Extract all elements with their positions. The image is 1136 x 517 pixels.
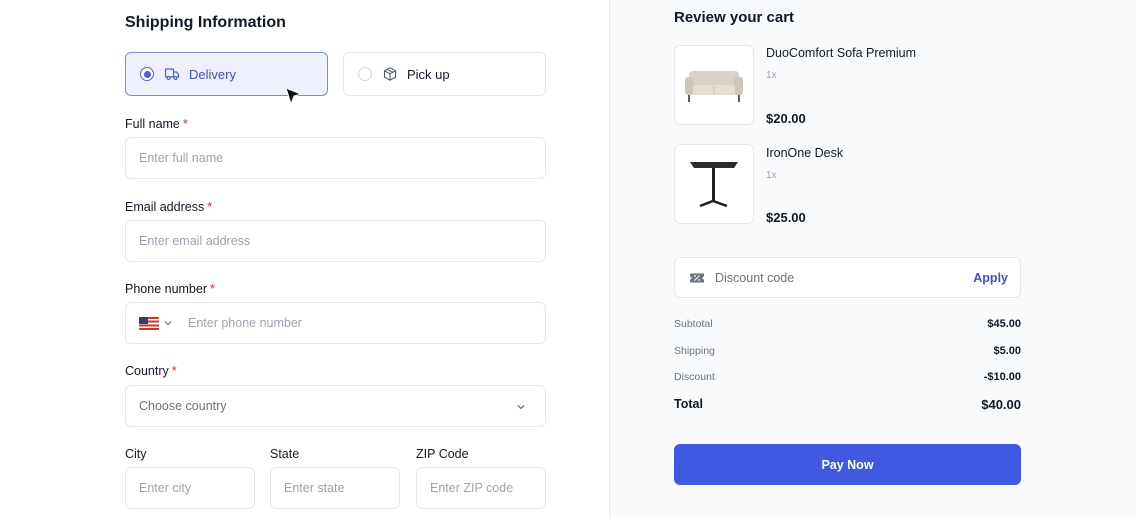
cart-item-qty: 1x [766, 170, 777, 181]
delivery-radio[interactable] [140, 67, 154, 81]
cart-item-qty: 1x [766, 70, 777, 81]
cart-item-price: $20.00 [766, 111, 806, 126]
zip-placeholder: Enter ZIP code [430, 481, 514, 495]
city-label: City [125, 447, 147, 461]
discount-placeholder: Discount code [715, 271, 795, 285]
desk-image [674, 144, 754, 224]
total-label: Total [674, 397, 703, 411]
zip-label: ZIP Code [416, 447, 469, 461]
discount-value: -$10.00 [983, 371, 1021, 383]
us-flag-icon[interactable] [139, 316, 159, 330]
discount-code-input[interactable]: Discount code Apply [674, 257, 1021, 298]
desk-illustration [690, 162, 738, 208]
state-label: State [270, 447, 300, 461]
email-placeholder: Enter email address [139, 234, 251, 248]
delivery-label: Delivery [189, 66, 236, 82]
email-input[interactable]: Enter email address [125, 220, 546, 262]
country-label: Country * [125, 364, 177, 378]
phone-label: Phone number * [125, 282, 215, 296]
subtotal-value: $45.00 [987, 318, 1021, 330]
email-label: Email address * [125, 200, 212, 214]
ticket-icon [689, 271, 705, 290]
country-select[interactable]: Choose country [125, 385, 546, 427]
chevron-down-icon[interactable] [163, 318, 173, 328]
box-icon [382, 66, 398, 82]
shipping-cost-label: Shipping [674, 345, 715, 357]
cart-title: Review your cart [674, 9, 795, 26]
total-value: $40.00 [981, 397, 1021, 412]
subtotal-label: Subtotal [674, 318, 713, 330]
phone-label-text: Phone number [125, 282, 208, 296]
pickup-label: Pick up [407, 66, 450, 82]
shipping-cost-value: $5.00 [993, 345, 1021, 357]
required-asterisk: * [210, 282, 215, 296]
country-label-text: Country [125, 364, 169, 378]
pay-now-button[interactable]: Pay Now [674, 444, 1021, 485]
required-asterisk: * [207, 200, 213, 214]
state-placeholder: Enter state [284, 481, 345, 495]
radio-selected-dot [143, 70, 151, 78]
city-input[interactable]: Enter city [125, 467, 255, 509]
apply-discount-button[interactable]: Apply [973, 271, 1008, 285]
email-label-text: Email address [125, 200, 205, 214]
cart-item-price: $25.00 [766, 210, 806, 225]
state-input[interactable]: Enter state [270, 467, 400, 509]
mouse-cursor-icon [285, 87, 303, 106]
country-placeholder: Choose country [139, 399, 227, 413]
truck-icon [164, 66, 180, 82]
cart-item-name: IronOne Desk [766, 146, 844, 160]
pickup-radio[interactable] [358, 67, 372, 81]
sofa-illustration [685, 71, 743, 102]
shipping-title: Shipping Information [125, 14, 286, 31]
phone-input[interactable]: Enter phone number [125, 302, 546, 344]
pickup-option[interactable]: Pick up [343, 52, 546, 96]
full-name-placeholder: Enter full name [139, 151, 224, 165]
full-name-label: Full name * [125, 117, 188, 131]
discount-label: Discount [674, 371, 715, 383]
phone-placeholder: Enter phone number [188, 316, 302, 330]
zip-input[interactable]: Enter ZIP code [416, 467, 546, 509]
required-asterisk: * [182, 117, 188, 131]
full-name-label-text: Full name [125, 117, 180, 131]
flag-canton [139, 316, 148, 324]
sofa-image [674, 45, 754, 125]
cart-item-name: DuoComfort Sofa Premium [766, 46, 917, 60]
required-asterisk: * [171, 364, 177, 378]
city-placeholder: Enter city [139, 481, 192, 495]
full-name-input[interactable]: Enter full name [125, 137, 546, 179]
chevron-down-icon [515, 401, 527, 416]
